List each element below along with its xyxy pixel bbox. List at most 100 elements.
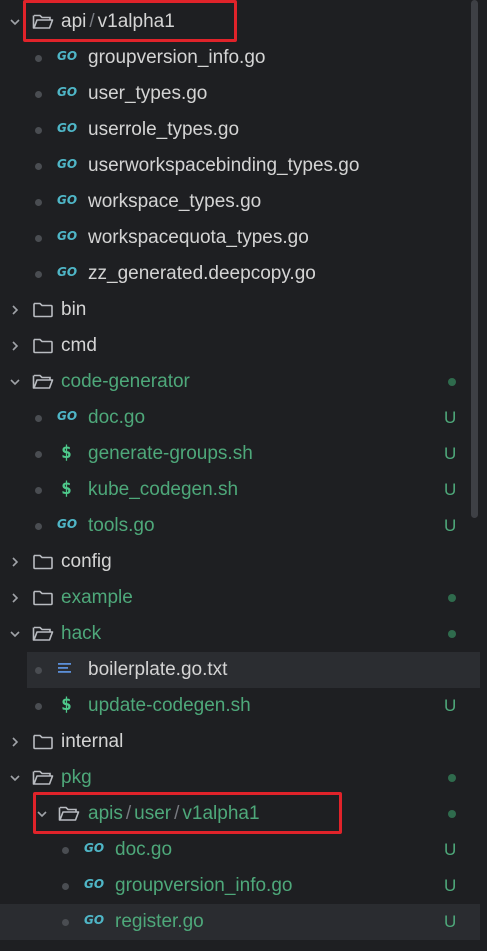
file-row[interactable]: GO doc.go U — [0, 832, 487, 868]
shell-script-icon: $ — [61, 694, 72, 715]
go-file-icon: GO — [57, 49, 78, 63]
highlight-box — [33, 792, 342, 834]
tree-item-label: userworkspacebinding_types.go — [88, 155, 360, 176]
file-row[interactable]: $ kube_codegen.sh U — [0, 472, 487, 508]
chevron-right-icon[interactable] — [8, 303, 22, 317]
indent-dot — [35, 415, 42, 422]
indent-dot — [35, 451, 42, 458]
go-file-icon: GO — [84, 877, 105, 891]
untracked-status-badge: U — [444, 912, 457, 931]
explorer-scrollbar[interactable] — [471, 0, 478, 518]
indent-dot — [35, 271, 42, 278]
folder-row[interactable]: pkg — [0, 760, 487, 796]
modified-status-dot — [448, 630, 456, 638]
file-row[interactable]: boilerplate.go.txt — [27, 652, 480, 688]
go-file-icon: GO — [57, 409, 78, 423]
tree-item-label: update-codegen.sh — [88, 695, 251, 716]
modified-status-dot — [448, 810, 456, 818]
folder-row[interactable]: hack — [0, 616, 487, 652]
tree-item-label: bin — [61, 299, 87, 320]
shell-script-icon: $ — [61, 478, 72, 499]
file-row[interactable]: $ generate-groups.sh U — [0, 436, 487, 472]
folder-row[interactable]: internal — [0, 724, 487, 760]
folder-icon — [32, 731, 54, 753]
tree-item-label: cmd — [61, 335, 97, 356]
chevron-right-icon[interactable] — [8, 735, 22, 749]
untracked-status-badge: U — [444, 840, 457, 859]
tree-item-label: userrole_types.go — [88, 119, 240, 140]
chevron-down-icon[interactable] — [8, 771, 22, 785]
indent-dot — [62, 883, 69, 890]
chevron-right-icon[interactable] — [8, 591, 22, 605]
untracked-status-badge: U — [444, 696, 457, 715]
indent-dot — [35, 523, 42, 530]
untracked-status-badge: U — [444, 480, 457, 499]
indent-dot — [35, 127, 42, 134]
modified-status-dot — [448, 594, 456, 602]
file-row[interactable]: GO workspace_types.go — [0, 184, 487, 220]
tree-item-label: zz_generated.deepcopy.go — [88, 263, 316, 284]
go-file-icon: GO — [84, 841, 105, 855]
file-row[interactable]: GO groupversion_info.go — [0, 40, 487, 76]
tree-item-label: internal — [61, 731, 124, 752]
modified-status-dot — [448, 378, 456, 386]
folder-icon — [32, 551, 54, 573]
chevron-down-icon[interactable] — [8, 375, 22, 389]
tree-item-label: doc.go — [88, 407, 146, 428]
modified-status-dot — [448, 774, 456, 782]
tree-item-label: user_types.go — [88, 83, 208, 104]
indent-dot — [35, 667, 42, 674]
chevron-down-icon[interactable] — [8, 627, 22, 641]
go-file-icon: GO — [57, 121, 78, 135]
folder-row[interactable]: cmd — [0, 328, 487, 364]
file-row[interactable]: GO groupversion_info.go U — [0, 868, 487, 904]
go-file-icon: GO — [84, 913, 105, 927]
file-row[interactable]: GO user_types.go — [0, 76, 487, 112]
indent-dot — [35, 199, 42, 206]
text-file-icon — [57, 660, 79, 682]
indent-dot — [35, 703, 42, 710]
tree-item-label: config — [61, 551, 112, 572]
indent-dot — [35, 487, 42, 494]
folder-row[interactable]: code-generator — [0, 364, 487, 400]
untracked-status-badge: U — [444, 408, 457, 427]
folder-row[interactable]: bin — [0, 292, 487, 328]
indent-dot — [62, 847, 69, 854]
chevron-down-icon[interactable] — [8, 15, 22, 29]
tree-item-label: groupversion_info.go — [88, 47, 266, 68]
tree-item-label: kube_codegen.sh — [88, 479, 239, 500]
folder-row[interactable]: config — [0, 544, 487, 580]
go-file-icon: GO — [57, 265, 78, 279]
tree-item-label: generate-groups.sh — [88, 443, 253, 464]
file-row[interactable]: GO userworkspacebinding_types.go — [0, 148, 487, 184]
file-row[interactable]: GO tools.go U — [0, 508, 487, 544]
tree-item-label: doc.go — [115, 839, 173, 860]
file-row[interactable]: GO zz_generated.deepcopy.go — [0, 256, 487, 292]
folder-icon — [32, 587, 54, 609]
tree-item-label: workspace_types.go — [88, 191, 262, 212]
indent-dot — [35, 91, 42, 98]
tree-item-label: boilerplate.go.txt — [88, 659, 228, 680]
go-file-icon: GO — [57, 193, 78, 207]
folder-open-icon — [32, 371, 54, 393]
file-row[interactable]: GO workspacequota_types.go — [0, 220, 487, 256]
chevron-right-icon[interactable] — [8, 555, 22, 569]
tree-item-label: hack — [61, 623, 102, 644]
folder-open-icon — [32, 623, 54, 645]
untracked-status-badge: U — [444, 876, 457, 895]
folder-row[interactable]: example — [0, 580, 487, 616]
go-file-icon: GO — [57, 85, 78, 99]
tree-item-label: example — [61, 587, 133, 608]
file-row[interactable]: $ update-codegen.sh U — [0, 688, 487, 724]
chevron-right-icon[interactable] — [8, 339, 22, 353]
indent-dot — [62, 919, 69, 926]
file-row[interactable]: GO userrole_types.go — [0, 112, 487, 148]
tree-item-label: code-generator — [61, 371, 190, 392]
highlight-box — [23, 0, 237, 42]
file-row[interactable]: GO register.go U — [0, 904, 480, 940]
go-file-icon: GO — [57, 517, 78, 531]
file-row[interactable]: GO doc.go U — [0, 400, 487, 436]
folder-icon — [32, 335, 54, 357]
untracked-status-badge: U — [444, 516, 457, 535]
tree-item-label: tools.go — [88, 515, 155, 536]
